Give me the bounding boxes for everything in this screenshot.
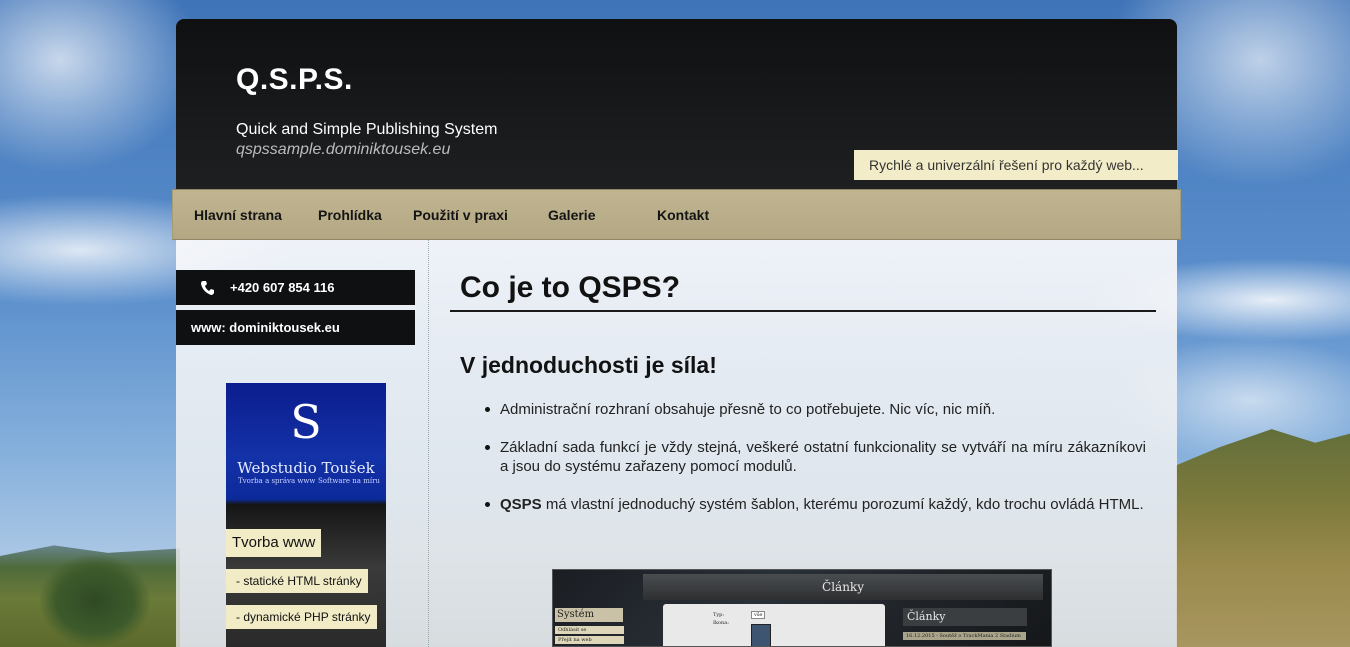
banner-tagline-left: Tvorba a správa www: [238, 477, 316, 485]
www-box: www: dominiktousek.eu: [176, 310, 415, 345]
list-item-text: Administrační rozhraní obsahuje přesně t…: [500, 401, 996, 418]
nav-item-galerie[interactable]: Galerie: [548, 190, 595, 241]
nav-item-prohlidka[interactable]: Prohlídka: [318, 190, 382, 241]
banner-list-item: - statické HTML stránky: [226, 569, 368, 593]
webstudio-banner[interactable]: S Webstudio Toušek Tvorba a správa www S…: [226, 383, 386, 647]
screenshot-right-item: 16.12.2015 - Soutěž o TrackMania 2 Stadi…: [903, 632, 1026, 640]
phone-icon: [200, 270, 216, 305]
screenshot-label: Ikona:: [713, 620, 729, 626]
banner-heading: Tvorba www: [226, 529, 322, 557]
main-content: Co je to QSPS? V jednoduchosti je síla! …: [450, 240, 1156, 647]
content-area: +420 607 854 116 www: dominiktousek.eu S…: [176, 240, 1177, 647]
screenshot-center-panel: Typ: vše Ikona:: [663, 604, 885, 646]
screenshot-right-title: Články: [903, 608, 1027, 626]
list-item-text: má vlastní jednoduchý systém šablon, kte…: [541, 496, 1144, 513]
banner-name: Webstudio Toušek: [237, 459, 375, 477]
nav-item-hlavni-strana[interactable]: Hlavní strana: [194, 190, 282, 241]
screenshot-title: Články: [822, 580, 864, 594]
nav-item-pouziti-v-praxi[interactable]: Použití v praxi: [413, 190, 508, 241]
screenshot-left-item: Odhlásit se: [555, 626, 624, 634]
banner-list-item: - dynamické PHP stránky: [226, 605, 377, 629]
site-domain: qspssample.dominiktousek.eu: [236, 141, 451, 158]
screenshot-left-item: Přejít na web: [555, 636, 624, 644]
title-divider: [450, 310, 1156, 312]
page-title: Co je to QSPS?: [460, 271, 681, 304]
nav-item-kontakt[interactable]: Kontakt: [657, 190, 709, 241]
list-item: Administrační rozhraní obsahuje přesně t…: [485, 400, 1146, 419]
list-item: QSPS má vlastní jednoduchý systém šablon…: [485, 495, 1146, 514]
phone-box: +420 607 854 116: [176, 270, 415, 305]
screenshot-left-title: Systém: [555, 608, 623, 622]
list-item-text: Základní sada funkcí je vždy stejná, veš…: [500, 439, 1146, 475]
site-title[interactable]: Q.S.P.S.: [236, 63, 353, 97]
webstudio-logo-icon: S: [290, 395, 322, 449]
site-subtitle: Quick and Simple Publishing System: [236, 121, 498, 138]
section-title: V jednoduchosti je síla!: [460, 352, 717, 378]
list-item: Základní sada funkcí je vždy stejná, veš…: [485, 438, 1146, 476]
admin-screenshot[interactable]: Články Systém Odhlásit se Přejít na web …: [552, 569, 1052, 647]
list-item-bold: QSPS: [500, 496, 542, 513]
site-header: Q.S.P.S. Quick and Simple Publishing Sys…: [176, 19, 1178, 191]
banner-tagline-right: Software na míru: [318, 477, 380, 485]
main-navigation: Hlavní strana Prohlídka Použití v praxi …: [172, 189, 1181, 240]
background-tree: [40, 555, 150, 647]
screenshot-thumbnail: [751, 624, 771, 646]
screenshot-label: Typ:: [713, 612, 725, 618]
sidebar: +420 607 854 116 www: dominiktousek.eu S…: [176, 240, 429, 647]
page-wrapper: Q.S.P.S. Quick and Simple Publishing Sys…: [172, 19, 1181, 647]
slogan-badge: Rychlé a univerzální řešení pro každý we…: [854, 150, 1178, 180]
screenshot-select: vše: [751, 611, 766, 619]
background-hills-right: [1176, 429, 1350, 647]
www-link[interactable]: www: dominiktousek.eu: [191, 310, 340, 345]
phone-number[interactable]: +420 607 854 116: [230, 270, 334, 305]
